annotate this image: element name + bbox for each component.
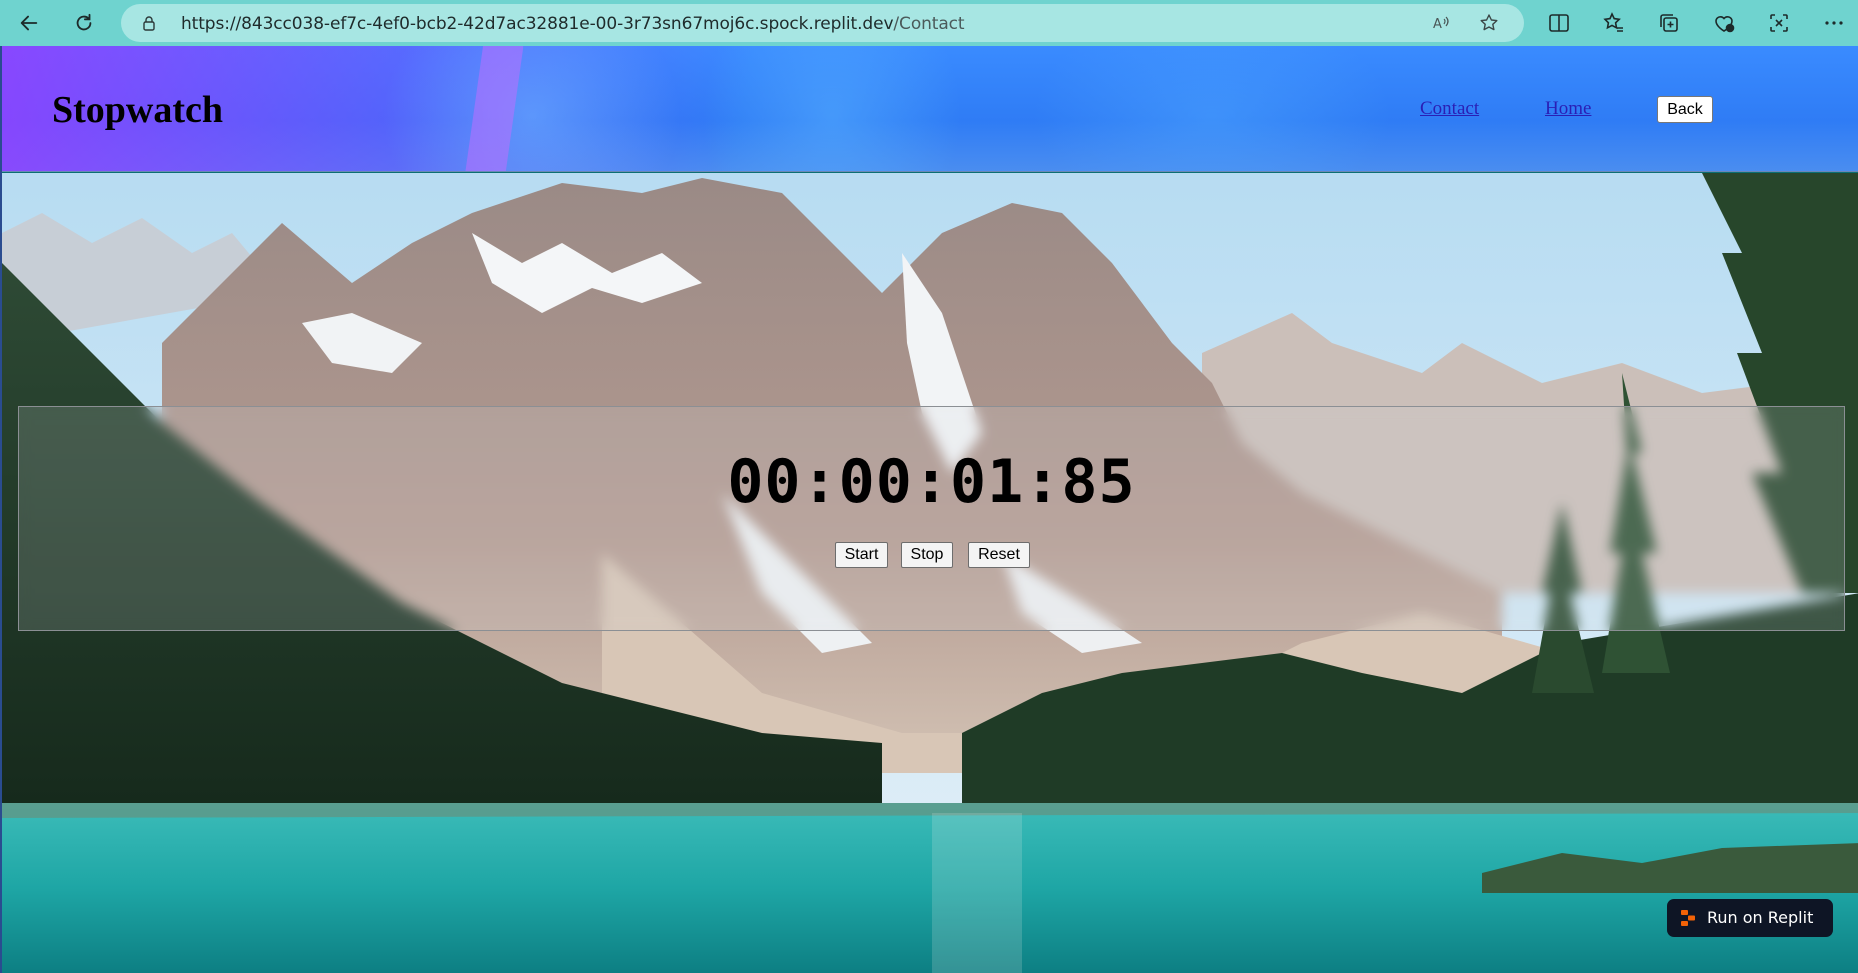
stopwatch-time-display: 00:00:01:85 bbox=[727, 447, 1136, 517]
url-base: https://843cc038-ef7c-4ef0-bcb2-42d7ac32… bbox=[181, 14, 894, 34]
lock-icon bbox=[143, 16, 155, 31]
url-path: /Contact bbox=[893, 14, 965, 34]
site-title: Stopwatch bbox=[52, 89, 224, 131]
site-header: Stopwatch Contact Home Back bbox=[2, 46, 1858, 172]
split-screen-icon[interactable] bbox=[1546, 10, 1572, 36]
more-menu-icon[interactable] bbox=[1821, 10, 1847, 36]
back-button[interactable]: Back bbox=[1657, 96, 1713, 123]
nav-link-contact[interactable]: Contact bbox=[1420, 98, 1479, 120]
favorite-star-icon[interactable] bbox=[1479, 13, 1499, 33]
read-aloud-icon[interactable]: A bbox=[1431, 13, 1451, 33]
nav-link-home[interactable]: Home bbox=[1545, 98, 1591, 120]
start-button[interactable]: Start bbox=[835, 542, 888, 568]
run-on-replit-badge[interactable]: Run on Replit bbox=[1667, 899, 1833, 937]
stop-button[interactable]: Stop bbox=[901, 542, 953, 568]
screenshot-icon[interactable] bbox=[1766, 10, 1792, 36]
header-decoration bbox=[382, 46, 682, 171]
address-bar[interactable]: https://843cc038-ef7c-4ef0-bcb2-42d7ac32… bbox=[121, 4, 1524, 42]
header-decoration bbox=[1032, 46, 1392, 171]
reset-button[interactable]: Reset bbox=[968, 542, 1030, 568]
page-viewport: Stopwatch Contact Home Back 00:00:01:85 … bbox=[0, 46, 1858, 973]
header-decoration bbox=[702, 46, 962, 171]
browser-toolbar: https://843cc038-ef7c-4ef0-bcb2-42d7ac32… bbox=[0, 0, 1858, 46]
collections-icon[interactable] bbox=[1656, 10, 1682, 36]
svg-text:A: A bbox=[1433, 17, 1442, 32]
run-on-replit-label: Run on Replit bbox=[1707, 908, 1814, 927]
favorites-icon[interactable] bbox=[1601, 10, 1627, 36]
url-text[interactable]: https://843cc038-ef7c-4ef0-bcb2-42d7ac32… bbox=[181, 14, 965, 34]
refresh-icon[interactable] bbox=[66, 5, 102, 41]
browser-essentials-icon[interactable] bbox=[1711, 10, 1737, 36]
stopwatch-panel: 00:00:01:85 Start Stop Reset bbox=[18, 406, 1845, 631]
back-arrow-icon[interactable] bbox=[11, 5, 47, 41]
replit-logo-icon bbox=[1681, 910, 1695, 926]
